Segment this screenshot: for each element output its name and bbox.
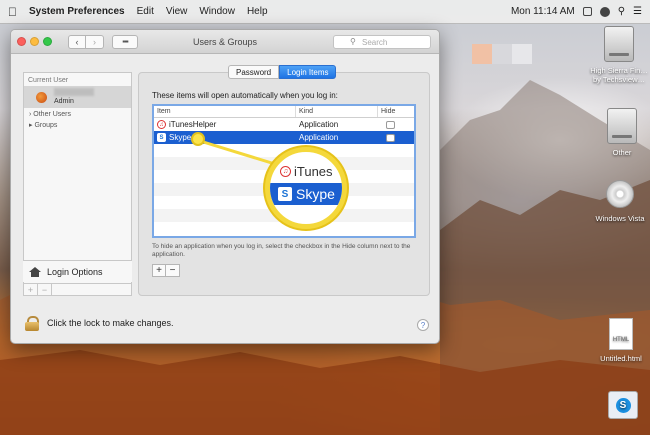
- document-icon: HTML: [609, 318, 633, 350]
- search-field[interactable]: ⚲ Search: [333, 35, 431, 49]
- login-items-intro: These items will open automatically when…: [152, 91, 338, 100]
- callout-skype: S Skype: [270, 183, 342, 205]
- skype-icon: S: [278, 187, 292, 201]
- redacted-username: [54, 88, 94, 96]
- menu-bar:  System Preferences Edit View Window He…: [0, 0, 650, 24]
- callout-dot: [191, 132, 205, 146]
- back-button[interactable]: ‹: [68, 34, 86, 49]
- app-menu[interactable]: System Preferences: [29, 6, 125, 17]
- user-add-remove: + −: [23, 283, 132, 296]
- column-item[interactable]: Item: [154, 106, 296, 117]
- desktop-skype-icon[interactable]: S: [606, 391, 640, 419]
- callout-magnifier: ♫ iTunes S Skype: [265, 147, 347, 229]
- current-user-row[interactable]: Admin: [24, 86, 131, 108]
- title-bar: ‹ › ▪▪▪ Users & Groups ⚲ Search: [11, 30, 439, 54]
- skype-app-icon: S: [608, 391, 638, 419]
- show-all-button[interactable]: ▪▪▪: [112, 34, 138, 49]
- user-role: Admin: [54, 98, 74, 105]
- status-area: Mon 11:14 AM ⚲ ☰: [511, 6, 642, 17]
- hide-checkbox[interactable]: [386, 133, 395, 142]
- house-icon: [29, 266, 41, 277]
- column-kind[interactable]: Kind: [296, 106, 378, 117]
- login-options-item[interactable]: Login Options: [23, 260, 132, 282]
- search-icon: ⚲: [350, 37, 356, 46]
- table-header: Item Kind Hide: [154, 106, 414, 118]
- login-item-add-remove: + −: [152, 264, 180, 277]
- help-button[interactable]: ?: [417, 319, 429, 331]
- desktop-dvd-icon[interactable]: Windows Vista: [591, 180, 649, 223]
- user-icon[interactable]: [599, 6, 610, 17]
- table-row[interactable]: ♫ iTunesHelper Application: [154, 118, 414, 131]
- lock-icon[interactable]: [25, 316, 39, 331]
- item-name: iTunesHelper: [169, 120, 217, 129]
- remove-login-item-button[interactable]: −: [166, 265, 179, 276]
- dvd-icon: [606, 180, 634, 208]
- hard-drive-icon: [604, 26, 634, 62]
- zoom-button[interactable]: [43, 37, 52, 46]
- itunes-icon: ♫: [157, 120, 166, 129]
- desktop-html-file-icon[interactable]: HTML Untitled.html: [594, 318, 648, 363]
- tab-login-items[interactable]: Login Items: [279, 65, 337, 79]
- column-hide[interactable]: Hide: [378, 106, 414, 117]
- desktop-drive-icon[interactable]: High Sierra Fin… by Techsview…: [589, 26, 649, 84]
- close-button[interactable]: [17, 37, 26, 46]
- itunes-icon: ♫: [280, 166, 291, 177]
- minimize-button[interactable]: [30, 37, 39, 46]
- menu-help[interactable]: Help: [247, 6, 268, 17]
- desktop-other-icon[interactable]: Other: [597, 108, 647, 157]
- hard-drive-icon: [607, 108, 637, 144]
- hide-hint: To hide an application when you log in, …: [152, 243, 411, 258]
- add-login-item-button[interactable]: +: [153, 265, 166, 276]
- item-name: Skype: [169, 133, 192, 142]
- display-icon[interactable]: [582, 7, 592, 16]
- clock[interactable]: Mon 11:14 AM: [511, 6, 575, 17]
- menu-view[interactable]: View: [166, 6, 188, 17]
- users-groups-window: ‹ › ▪▪▪ Users & Groups ⚲ Search Current …: [10, 29, 440, 344]
- apple-menu-icon[interactable]: : [8, 5, 17, 19]
- item-kind: Application: [299, 120, 339, 129]
- login-options-label: Login Options: [47, 266, 103, 277]
- lock-row[interactable]: Click the lock to make changes.: [25, 316, 174, 331]
- lock-text: Click the lock to make changes.: [47, 318, 174, 328]
- menu-edit[interactable]: Edit: [137, 6, 154, 17]
- forward-button[interactable]: ›: [86, 34, 104, 49]
- tab-password[interactable]: Password: [228, 65, 280, 79]
- current-user-header: Current User: [28, 77, 69, 84]
- search-placeholder: Search: [362, 37, 388, 47]
- remove-user-button[interactable]: −: [38, 284, 52, 295]
- hide-checkbox[interactable]: [386, 120, 395, 129]
- spotlight-icon[interactable]: ⚲: [618, 6, 625, 17]
- item-kind: Application: [299, 133, 339, 142]
- avatar: [36, 91, 47, 103]
- skype-icon: S: [157, 133, 166, 142]
- notification-center-icon[interactable]: ☰: [633, 6, 642, 17]
- tab-bar: Password Login Items: [228, 65, 337, 79]
- blurred-region: [472, 44, 532, 64]
- groups-row[interactable]: ▸ Groups: [24, 118, 131, 129]
- add-user-button[interactable]: +: [24, 284, 38, 295]
- other-users-row[interactable]: › Other Users: [24, 108, 131, 118]
- menu-window[interactable]: Window: [199, 6, 235, 17]
- callout-itunes: ♫ iTunes: [280, 164, 333, 179]
- nav-buttons: ‹ ›: [68, 34, 104, 49]
